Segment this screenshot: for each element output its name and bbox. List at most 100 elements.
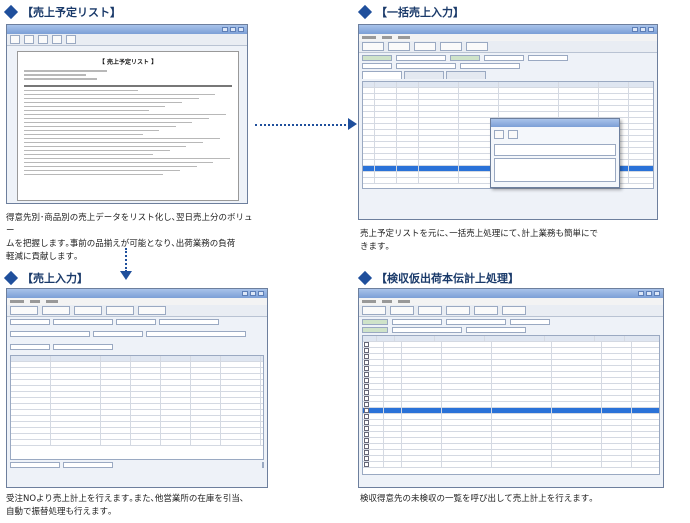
- row-checkbox[interactable]: [364, 396, 369, 401]
- close-icon[interactable]: [648, 27, 654, 32]
- popup-button[interactable]: [508, 130, 518, 139]
- grid-row[interactable]: [363, 462, 659, 468]
- grid-cell: [221, 440, 261, 445]
- grid-row[interactable]: [11, 440, 263, 446]
- row-checkbox[interactable]: [364, 420, 369, 425]
- row-checkbox[interactable]: [364, 342, 369, 347]
- minimize-icon[interactable]: [242, 291, 248, 296]
- menu-item[interactable]: [398, 300, 410, 303]
- row-checkbox[interactable]: [364, 450, 369, 455]
- filter-field[interactable]: [466, 327, 526, 333]
- minimize-icon[interactable]: [222, 27, 228, 32]
- row-checkbox[interactable]: [364, 402, 369, 407]
- row-checkbox[interactable]: [364, 378, 369, 383]
- row-checkbox[interactable]: [364, 432, 369, 437]
- form-field[interactable]: [53, 319, 113, 325]
- form-field[interactable]: [93, 331, 143, 338]
- toolbar-button[interactable]: [388, 42, 410, 51]
- close-icon[interactable]: [238, 27, 244, 32]
- menu-item[interactable]: [382, 300, 392, 303]
- menu-item[interactable]: [382, 36, 392, 39]
- form-field[interactable]: [10, 331, 90, 338]
- filter-field[interactable]: [362, 63, 392, 69]
- minimize-icon[interactable]: [632, 27, 638, 32]
- toolbar-button[interactable]: [418, 306, 442, 315]
- toolbar-button[interactable]: [474, 306, 498, 315]
- grid-cell: [161, 410, 191, 415]
- row-checkbox[interactable]: [364, 462, 369, 467]
- menu-item[interactable]: [398, 36, 410, 39]
- page-prev-icon[interactable]: [38, 35, 48, 44]
- toolbar-button[interactable]: [362, 306, 386, 315]
- filter-field[interactable]: [484, 55, 524, 61]
- row-checkbox[interactable]: [364, 390, 369, 395]
- toolbar-button[interactable]: [446, 306, 470, 315]
- popup-button[interactable]: [494, 130, 504, 139]
- toolbar-button[interactable]: [390, 306, 414, 315]
- grid-cell: [191, 392, 221, 397]
- close-icon[interactable]: [654, 291, 660, 296]
- filter-field[interactable]: [446, 319, 506, 325]
- maximize-icon[interactable]: [250, 291, 256, 296]
- filter-field[interactable]: [510, 319, 550, 325]
- grid-cell: [559, 88, 599, 93]
- tab-item[interactable]: [362, 71, 402, 79]
- menu-item[interactable]: [362, 36, 376, 39]
- filter-field[interactable]: [392, 327, 462, 333]
- toolbar-button[interactable]: [106, 306, 134, 315]
- grid-cell: [377, 336, 395, 341]
- row-checkbox[interactable]: [364, 444, 369, 449]
- row-checkbox[interactable]: [364, 426, 369, 431]
- form-field[interactable]: [10, 343, 50, 350]
- row-checkbox[interactable]: [364, 348, 369, 353]
- form-field[interactable]: [53, 343, 113, 350]
- maximize-icon[interactable]: [230, 27, 236, 32]
- menu-item[interactable]: [30, 300, 40, 303]
- form-field[interactable]: [146, 331, 246, 338]
- filter-field[interactable]: [396, 55, 446, 61]
- filter-field[interactable]: [528, 55, 568, 61]
- grid-cell: [221, 386, 261, 391]
- filter-field[interactable]: [392, 319, 442, 325]
- row-checkbox[interactable]: [364, 408, 369, 413]
- row-checkbox[interactable]: [364, 456, 369, 461]
- tab-item[interactable]: [446, 71, 486, 79]
- toolbar-button[interactable]: [362, 42, 384, 51]
- toolbar-button[interactable]: [74, 306, 102, 315]
- menu-item[interactable]: [10, 300, 24, 303]
- filter-field[interactable]: [460, 63, 520, 69]
- print-icon[interactable]: [10, 35, 20, 44]
- filter-field[interactable]: [396, 63, 456, 69]
- form-field[interactable]: [116, 319, 156, 325]
- close-preview-icon[interactable]: [66, 35, 76, 44]
- menu-item[interactable]: [46, 300, 58, 303]
- page-next-icon[interactable]: [52, 35, 62, 44]
- row-checkbox[interactable]: [364, 354, 369, 359]
- form-field[interactable]: [159, 319, 219, 325]
- toolbar-button[interactable]: [466, 42, 488, 51]
- grid-cell: [221, 416, 261, 421]
- minimize-icon[interactable]: [638, 291, 644, 296]
- maximize-icon[interactable]: [640, 27, 646, 32]
- toolbar-button[interactable]: [138, 306, 166, 315]
- toolbar-button[interactable]: [414, 42, 436, 51]
- grid-cell: [221, 392, 261, 397]
- row-checkbox[interactable]: [364, 414, 369, 419]
- zoom-icon[interactable]: [24, 35, 34, 44]
- row-checkbox[interactable]: [364, 366, 369, 371]
- toolbar-button[interactable]: [10, 306, 38, 315]
- row-checkbox[interactable]: [364, 360, 369, 365]
- row-checkbox[interactable]: [364, 438, 369, 443]
- row-checkbox[interactable]: [364, 372, 369, 377]
- maximize-icon[interactable]: [646, 291, 652, 296]
- form-field[interactable]: [10, 319, 50, 325]
- tab-item[interactable]: [404, 71, 444, 79]
- close-icon[interactable]: [258, 291, 264, 296]
- grid-cell: [552, 432, 602, 437]
- toolbar-button[interactable]: [440, 42, 462, 51]
- toolbar-button[interactable]: [502, 306, 526, 315]
- menu-item[interactable]: [362, 300, 376, 303]
- row-checkbox[interactable]: [364, 384, 369, 389]
- grid-cell: [419, 172, 459, 177]
- toolbar-button[interactable]: [42, 306, 70, 315]
